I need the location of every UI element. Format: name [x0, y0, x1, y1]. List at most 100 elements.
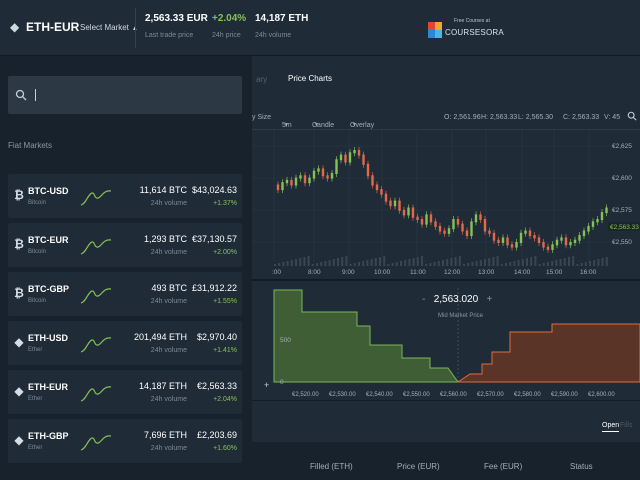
market-volume-label: 24h volume: [150, 445, 187, 452]
market-row[interactable]: ◆ ETH-USD Ether 201,494 ETH 24h volume $2,970…: [8, 321, 242, 365]
mid-market-box: - 2,563.020 + Mid Market Price: [422, 294, 498, 319]
section-label: Fiat Markets: [8, 141, 53, 150]
market-change: +2.00%: [213, 249, 237, 256]
tab-price-charts[interactable]: Price Charts: [288, 74, 332, 83]
candle-body: [443, 230, 446, 234]
candle-body: [542, 242, 545, 248]
market-price: $2,970.40: [196, 332, 237, 342]
volume-bar: [416, 257, 419, 266]
market-pair: BTC-USD: [28, 186, 69, 196]
logo-tagline: Free Courses at: [454, 18, 490, 24]
pair-label: ETH-EUR: [26, 20, 80, 34]
volume-bar: [345, 256, 348, 266]
candle-body: [461, 223, 464, 232]
time-tick: 16:00: [580, 269, 597, 276]
sparkline-icon: [80, 337, 112, 353]
stat-label: Last trade price: [145, 32, 194, 39]
volume-bar: [366, 260, 369, 266]
stat-value: +2.04%: [212, 13, 247, 24]
ohlc-open: O: 2,561.96: [444, 114, 481, 121]
time-tick: 14:00: [514, 269, 531, 276]
time-tick: 8:00: [308, 269, 321, 276]
candle-body: [371, 175, 374, 186]
search-chart-icon[interactable]: [627, 111, 637, 123]
volume-bar: [370, 259, 373, 266]
candle-body: [497, 239, 500, 243]
zoom-in-button[interactable]: +: [487, 294, 493, 305]
volume-bar: [479, 260, 482, 266]
candle-body: [303, 175, 307, 184]
volume-bar: [589, 261, 591, 266]
tab-open-orders[interactable]: Open: [602, 422, 620, 432]
search-input[interactable]: [8, 76, 242, 114]
candle-body: [515, 242, 518, 248]
market-asset-name: Bitcoin: [28, 249, 47, 255]
volume-bar: [475, 261, 478, 266]
volume-bar: [542, 263, 545, 266]
volume-bar: [374, 258, 377, 266]
candle-body: [375, 184, 379, 191]
market-volume-label: 24h volume: [150, 347, 187, 354]
zoom-out-button[interactable]: -: [422, 294, 425, 305]
volume-bar: [517, 260, 520, 266]
volume-bar: [496, 256, 499, 266]
tab-summary[interactable]: ary: [256, 75, 267, 84]
orders-table-header: Filled (ETH) Price (EUR) Fee (EUR) Statu…: [252, 442, 640, 480]
price-and-depth-charts[interactable]: €2,625 €2,600 €2,575 €2,550 €2,563.33:00 8:00…: [252, 130, 640, 400]
market-row[interactable]: ₿ BTC-EUR Bitcoin 1,293 BTC 24h volume €37,13…: [8, 223, 242, 267]
sparkline-icon: [80, 435, 112, 451]
depth-x-tick: €2,560.00: [440, 392, 467, 398]
candle-body: [528, 230, 532, 237]
volume-bar: [538, 264, 541, 266]
candle-body: [357, 150, 361, 156]
sparkline-icon: [80, 239, 112, 255]
candle-body: [308, 177, 311, 184]
candle-body: [533, 235, 536, 239]
market-asset-name: Bitcoin: [28, 298, 47, 304]
watermark-logo: Free Courses at COURSESORA: [428, 18, 518, 44]
caret-down-icon: ▼: [352, 122, 357, 128]
candle-body: [465, 230, 469, 237]
volume-bar: [492, 257, 495, 266]
volume-bar: [467, 263, 470, 266]
market-row[interactable]: ₿ BTC-GBP Bitcoin 493 BTC 24h volume £31,912.…: [8, 272, 242, 316]
candle-body: [524, 230, 527, 234]
volume-bar: [584, 262, 587, 266]
volume-bar: [488, 258, 491, 266]
volume-bar: [580, 263, 583, 266]
tab-fills[interactable]: Fills: [620, 422, 632, 429]
candle-body: [483, 219, 487, 232]
stat-value: 2,563.33 EUR: [145, 13, 208, 24]
depth-y-tick: 500: [280, 337, 291, 344]
current-pair[interactable]: ◆ ETH-EUR: [10, 20, 79, 34]
candle-body: [276, 184, 280, 191]
market-volume-label: 24h volume: [150, 249, 187, 256]
logo-mark-icon: [428, 22, 442, 38]
market-row[interactable]: ◆ ETH-GBP Ether 7,696 ETH 24h volume £2,203.6…: [8, 419, 242, 463]
market-row[interactable]: ₿ BTC-USD Bitcoin 11,614 BTC 24h volume $43,0…: [8, 174, 242, 218]
mid-price-value: 2,563.020: [433, 294, 479, 305]
select-market-dropdown[interactable]: Select Market▲: [80, 23, 138, 32]
market-pair: ETH-GBP: [28, 431, 69, 441]
candle-body: [281, 182, 284, 191]
ether-icon: ◆: [14, 433, 24, 447]
market-change: +1.60%: [213, 445, 237, 452]
market-row[interactable]: ◆ ETH-EUR Ether 14,187 ETH 24h volume €2,563.…: [8, 370, 242, 414]
market-pair: ETH-EUR: [28, 382, 68, 392]
market-price: €37,130.57: [191, 234, 237, 244]
candle-body: [330, 173, 334, 179]
bitcoin-icon: ₿: [14, 237, 24, 251]
volume-bar: [400, 261, 402, 266]
volume-bar: [421, 256, 423, 266]
volume-bar: [328, 260, 331, 266]
add-icon: +: [264, 380, 269, 390]
time-tick: 9:00: [342, 269, 355, 276]
header-divider: [135, 8, 136, 48]
depth-x-tick: €2,520.00: [292, 392, 319, 398]
volume-bar: [295, 259, 297, 266]
column-header: Price (EUR): [397, 462, 440, 471]
candle-body: [569, 242, 572, 246]
ask-depth-area: [456, 323, 640, 383]
volume-bar: [572, 256, 575, 266]
caret-down-icon: ▼: [284, 122, 289, 128]
